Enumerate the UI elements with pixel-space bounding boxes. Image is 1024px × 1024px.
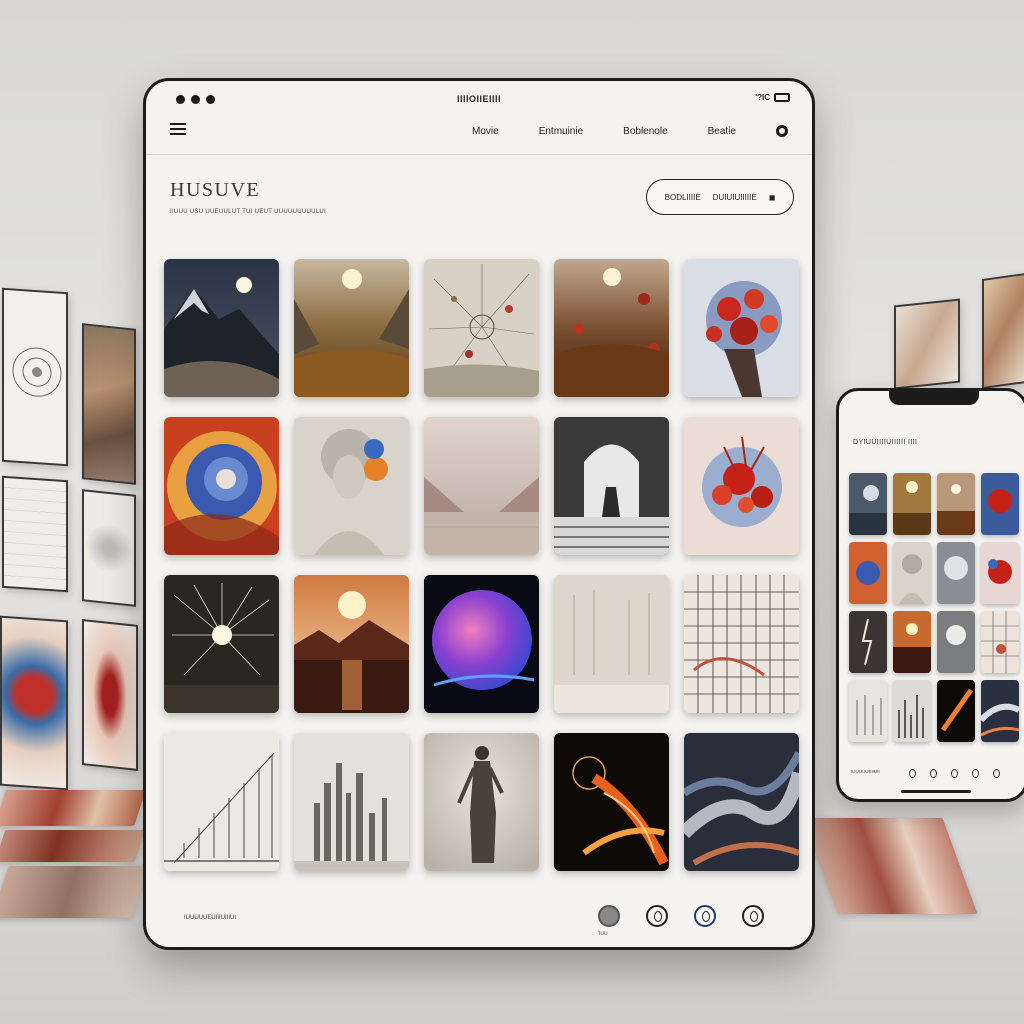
gallery-scene: IIIIOIIEIIII '?IC Movie Entmuinie Boblen… [0, 0, 1024, 1024]
wall-frame-red-flowers [0, 615, 68, 791]
gallery-icon[interactable] [646, 905, 668, 927]
artwork-misty-forest[interactable] [554, 575, 669, 713]
artwork-portrait-bust[interactable] [294, 417, 409, 555]
artwork-dandelion-flowers[interactable] [424, 259, 539, 397]
artwork-autumn-meadow[interactable] [554, 259, 669, 397]
phone-device: DYIUUIIIIUIIIIII IIII IUUUUUEIIUII [836, 388, 1024, 802]
nav-link-movie[interactable]: Movie [472, 126, 499, 137]
artwork-smoke-flow[interactable] [684, 733, 799, 871]
wall-frame-sketch [2, 475, 68, 593]
page-title: HUSUVE [170, 179, 261, 201]
phone-artwork-portrait[interactable] [893, 542, 931, 604]
artwork-red-flower-bouquet[interactable] [684, 259, 799, 397]
phone-profile-icon[interactable] [909, 769, 916, 778]
battery-icon [774, 93, 790, 102]
page-subtitle: IIUUU USU UUEUULUT TUI UEUT UUUUUUUUULUI [170, 209, 327, 215]
floor-print-right-1 [802, 818, 978, 914]
top-nav: Movie Entmuinie Boblenole Beatie [146, 113, 812, 155]
phone-artwork-lightning[interactable] [849, 611, 887, 673]
floor-print-left-1 [0, 790, 146, 826]
phone-footer-icons [909, 769, 1000, 778]
artwork-mountain-moon[interactable] [164, 259, 279, 397]
nav-link-3[interactable]: Boblenole [623, 126, 667, 137]
artwork-standing-figure[interactable] [424, 733, 539, 871]
phone-artwork-grid [849, 473, 1019, 742]
phone-artwork-color-swirl[interactable] [849, 542, 887, 604]
wall-frame-right-2 [982, 272, 1024, 390]
phone-home-indicator[interactable] [901, 790, 971, 793]
artwork-colorful-swirl[interactable] [164, 417, 279, 555]
phone-artwork-golden-light[interactable] [893, 473, 931, 535]
settings-icon[interactable] [742, 905, 764, 927]
footer-icon-bar [598, 905, 764, 927]
artwork-fire-vortex[interactable] [554, 733, 669, 871]
floor-print-left-3 [0, 866, 149, 918]
phone-artwork-gray-sphere[interactable] [937, 542, 975, 604]
phone-artwork-sunset[interactable] [893, 611, 931, 673]
phone-page-title: DYIUUIIIIUIIIIII IIII [853, 439, 918, 446]
artwork-minimal-valley[interactable] [424, 417, 539, 555]
footer-text: IUUUUUEUIIIUIIIUI [184, 915, 237, 921]
tablet-device: IIIIOIIEIIII '?IC Movie Entmuinie Boblen… [143, 78, 815, 950]
profile-icon[interactable] [598, 905, 620, 927]
nav-links: Movie Entmuinie Boblenole Beatie [472, 125, 788, 137]
artwork-archway-figure[interactable] [554, 417, 669, 555]
phone-favorites-icon[interactable] [951, 769, 958, 778]
status-center-text: IIIIOIIEIIII [456, 94, 501, 104]
phone-artwork-storm-sea[interactable] [849, 473, 887, 535]
wall-frame-red-abstract [82, 619, 138, 771]
wall-frame-small-sketch [82, 489, 136, 607]
cta-dot-icon: ◼ [768, 192, 776, 202]
phone-artwork-red-bouquet[interactable] [981, 473, 1019, 535]
cta-label-right: DUIUIUIIIIIE [712, 192, 757, 202]
phone-gallery-icon[interactable] [930, 769, 937, 778]
nav-link-2[interactable]: Entmuinie [539, 126, 583, 137]
cta-label-left: BODLIIIIE [664, 192, 701, 202]
phone-artwork-city-sketch[interactable] [893, 680, 931, 742]
status-right-text: '?IC [755, 93, 770, 102]
phone-artwork-flower-burst[interactable] [981, 542, 1019, 604]
cta-button[interactable]: BODLIIIIE DUIUIUIIIIIE ◼ [646, 179, 794, 215]
floor-print-left-2 [0, 830, 146, 862]
artwork-nebula-sphere[interactable] [424, 575, 539, 713]
hamburger-menu-icon[interactable] [170, 123, 186, 137]
status-indicators: '?IC [755, 93, 790, 102]
phone-more-icon[interactable] [993, 769, 1000, 778]
status-bar: IIIIOIIEIIII '?IC [146, 91, 812, 111]
search-icon[interactable] [776, 125, 788, 137]
phone-artwork-moon-orb[interactable] [937, 611, 975, 673]
home-indicator-text: 'IUU [598, 931, 608, 937]
artwork-grid-collage[interactable] [684, 575, 799, 713]
favorites-icon[interactable] [694, 905, 716, 927]
wall-frame-abstract-brown [82, 323, 136, 485]
artwork-firework-burst[interactable] [164, 575, 279, 713]
wall-frame-spiral [2, 287, 68, 467]
phone-notch [889, 391, 979, 405]
phone-artwork-autumn-glow[interactable] [937, 473, 975, 535]
phone-footer-text: IUUUUUEIIUII [851, 769, 880, 774]
artwork-city-sketch[interactable] [294, 733, 409, 871]
phone-artwork-smoke-blue[interactable] [981, 680, 1019, 742]
artwork-sunset-mountains[interactable] [294, 575, 409, 713]
artwork-grid [164, 259, 804, 871]
artwork-golden-valley[interactable] [294, 259, 409, 397]
phone-artwork-forest-sketch[interactable] [849, 680, 887, 742]
nav-link-4[interactable]: Beatie [708, 126, 736, 137]
wall-frame-right-1 [894, 298, 960, 390]
phone-artwork-grid-panels[interactable] [981, 611, 1019, 673]
artwork-fence-sketch[interactable] [164, 733, 279, 871]
phone-artwork-fire-arc[interactable] [937, 680, 975, 742]
phone-settings-icon[interactable] [972, 769, 979, 778]
artwork-flower-explosion[interactable] [684, 417, 799, 555]
